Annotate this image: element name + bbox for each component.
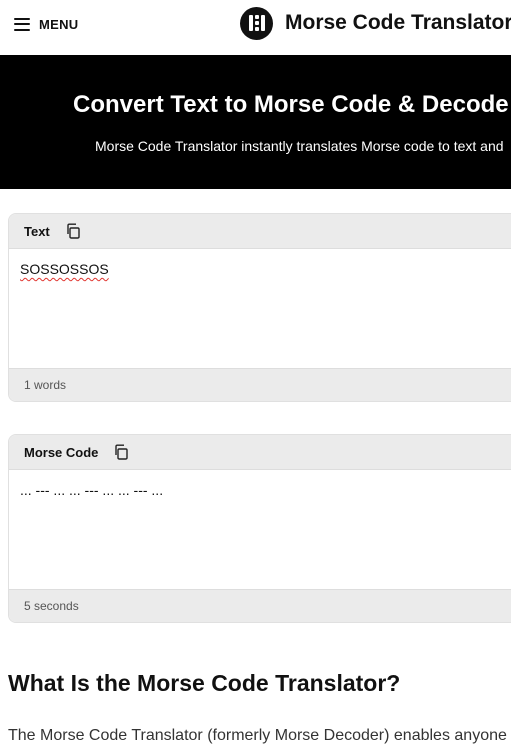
text-input-area[interactable]: SOSSOSSOS bbox=[9, 249, 511, 369]
top-navigation-bar: MENU Morse Code Translator bbox=[0, 0, 511, 55]
site-title: Morse Code Translator bbox=[285, 11, 511, 34]
article-heading: What Is the Morse Code Translator? bbox=[8, 670, 401, 696]
morse-panel-header: Morse Code bbox=[9, 435, 511, 470]
text-input-value: SOSSOSSOS bbox=[20, 261, 109, 277]
morse-panel-footer: 5 seconds bbox=[9, 589, 511, 622]
hero-subtitle: Morse Code Translator instantly translat… bbox=[95, 138, 504, 154]
menu-label: MENU bbox=[39, 16, 79, 32]
text-panel-header: Text bbox=[9, 214, 511, 249]
duration-readout: 5 seconds bbox=[24, 599, 79, 613]
copy-text-icon[interactable] bbox=[64, 222, 82, 240]
hamburger-icon bbox=[14, 17, 30, 31]
morse-panel-label: Morse Code bbox=[24, 444, 99, 460]
copy-morse-icon[interactable] bbox=[112, 443, 130, 461]
text-panel-footer: 1 words bbox=[9, 368, 511, 401]
article-intro: The Morse Code Translator (formerly Mors… bbox=[8, 727, 507, 744]
morse-panel: Morse Code ... --- ... ... --- ... ... -… bbox=[8, 434, 511, 623]
text-panel: Text SOSSOSSOS 1 words bbox=[8, 213, 511, 402]
brand-link[interactable]: Morse Code Translator bbox=[240, 6, 511, 40]
hero-title: Convert Text to Morse Code & Decode bbox=[73, 91, 509, 118]
menu-button[interactable]: MENU bbox=[14, 13, 78, 35]
word-count: 1 words bbox=[24, 378, 67, 392]
morse-input-value: ... --- ... ... --- ... ... --- ... bbox=[20, 482, 164, 498]
hero-banner: Convert Text to Morse Code & Decode Mors… bbox=[0, 55, 511, 189]
morse-input-area[interactable]: ... --- ... ... --- ... ... --- ... bbox=[9, 470, 511, 590]
logo-icon bbox=[240, 6, 273, 40]
text-panel-label: Text bbox=[24, 223, 50, 239]
